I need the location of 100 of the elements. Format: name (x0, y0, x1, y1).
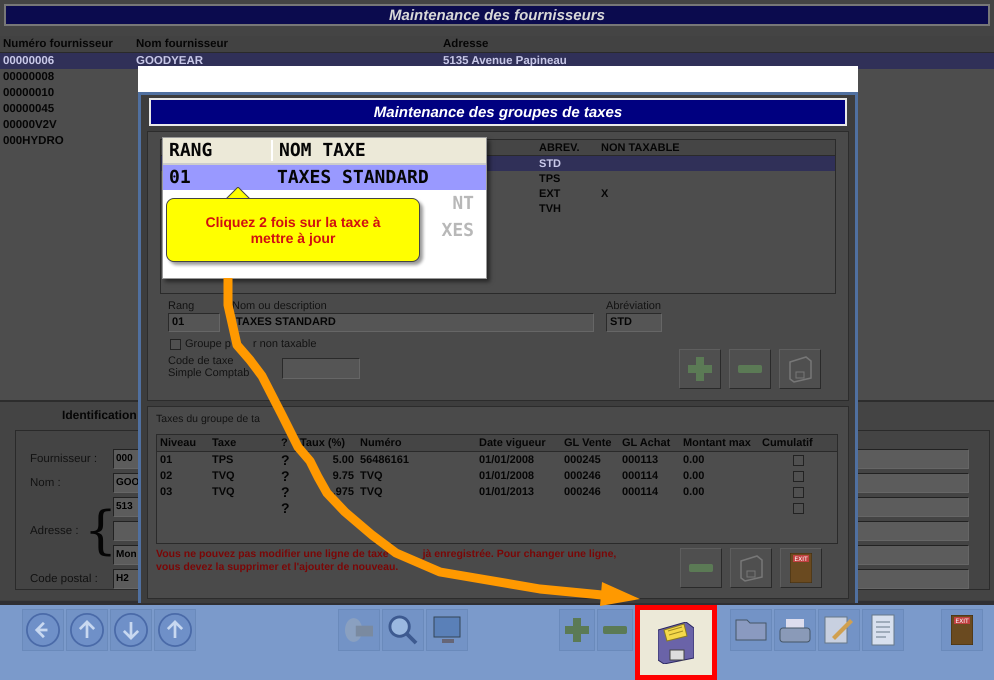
column-header: GL Vente (564, 437, 612, 449)
toolbar-button[interactable] (862, 609, 904, 651)
column-header: NOM TAXE (271, 140, 486, 161)
table-cell: 0.00 (683, 470, 704, 482)
table-cell: TVQ (212, 470, 235, 482)
document-icon (871, 614, 895, 646)
table-cell: 01/01/2013 (479, 486, 534, 498)
table-cell: ? (281, 484, 290, 500)
table-cell-text: EXT (538, 188, 562, 200)
toolbar-button[interactable] (382, 609, 424, 651)
table-cell: X (601, 188, 608, 200)
dialog-button[interactable] (779, 349, 821, 389)
input-field[interactable] (282, 358, 360, 379)
flashlight-icon (345, 618, 373, 642)
table-cell: TPS (212, 454, 234, 466)
minus-icon (603, 626, 627, 634)
table-cell: GOODYEAR (136, 55, 204, 67)
table-cell: ? (281, 452, 290, 468)
table-cell: XES (441, 220, 474, 241)
arrow-circle-icon (114, 613, 148, 647)
table-cell: 000114 (622, 486, 658, 498)
toolbar-button[interactable] (66, 609, 108, 651)
table-cell: TVQ (360, 470, 383, 482)
column-header: GL Achat (622, 437, 670, 449)
arrow-circle-icon (70, 613, 104, 647)
table-cell: 000246 (564, 486, 601, 498)
plus-icon (565, 618, 589, 642)
input-field[interactable]: TAXES STANDARD (232, 313, 594, 332)
arrow-circle-icon (26, 613, 60, 647)
table-cell: 5.00 (332, 454, 354, 466)
dialog-button[interactable] (679, 349, 721, 389)
minus-icon (689, 564, 713, 572)
table-cell: 000113 (622, 454, 658, 466)
table-cell: NT (452, 193, 474, 214)
warning-message: Vous ne pouvez pas modifier une ligne de taxe (156, 548, 389, 560)
toolbar-button[interactable] (154, 609, 196, 651)
column-header: Taux (%) (300, 437, 346, 449)
table-cell: 03 (160, 486, 172, 498)
toolbar-button[interactable] (774, 609, 816, 651)
folder-icon (735, 619, 767, 641)
field-label: Simple Comptab (168, 367, 250, 379)
table-cell: 5135 Avenue Papineau (443, 55, 567, 67)
table-cell: 0.00 (683, 454, 704, 466)
brace: { (84, 501, 118, 561)
plus-icon (688, 357, 712, 381)
identification-tab[interactable]: Identification (62, 408, 137, 422)
column-header: Date vigueur (479, 437, 546, 449)
dialog-title: Maintenance des groupes de taxes (149, 98, 847, 126)
input-field[interactable]: 01 (168, 313, 220, 332)
table-cell: 9.75 (332, 470, 354, 482)
column-header: Numéro fournisseur (2, 38, 114, 50)
dialog-button[interactable] (729, 349, 771, 389)
column-header: Taxe (212, 437, 236, 449)
column-header: NON TAXABLE (600, 142, 681, 154)
table-cell-text: 00000008 (2, 71, 56, 83)
warning-message: vous devez la supprimer et l'ajouter de nouveau. (156, 561, 398, 573)
table-cell: 02 (160, 470, 172, 482)
column-header: ? (281, 437, 288, 449)
toolbar-button[interactable] (22, 609, 64, 651)
input-field[interactable]: STD (606, 313, 662, 332)
column-header: Numéro (360, 437, 402, 449)
checkbox[interactable] (792, 486, 804, 498)
field-label: Code de taxe (168, 355, 234, 367)
table-cell: .975 (332, 486, 354, 498)
field-label: Nom ou description (232, 300, 327, 312)
table-cell: 000246 (564, 470, 601, 482)
table-cell: TVQ (360, 486, 383, 498)
table-cell: 01 (160, 454, 172, 466)
table-cell: TVQ (212, 486, 235, 498)
checkbox-label: Groupe p (185, 338, 231, 350)
table-cell: 01/01/2008 (479, 470, 534, 482)
magnifier-icon (388, 615, 418, 645)
column-header: Nom fournisseur (135, 38, 230, 50)
table-cell: 0.00 (683, 486, 704, 498)
arrow-circle-icon (158, 613, 192, 647)
checkbox-label: r non taxable (252, 338, 316, 350)
toolbar-button[interactable] (426, 609, 468, 651)
column-header: Montant max (683, 437, 751, 449)
tooltip-pointer-icon (226, 187, 250, 199)
pencil-paper-icon (824, 616, 854, 644)
printer-icon (779, 618, 811, 642)
tooltip: Cliquez 2 fois sur la taxe à mettre à jour (166, 198, 420, 262)
table-cell: 000114 (622, 470, 658, 482)
toolbar-button[interactable] (635, 605, 717, 680)
panel-title: Taxes du groupe de ta (156, 413, 260, 425)
table-cell-text: 00000V2V (2, 119, 58, 131)
checkbox[interactable] (170, 338, 181, 350)
checkbox[interactable] (792, 502, 804, 514)
field-label: Abréviation (606, 300, 662, 312)
column-header: Adresse (442, 38, 490, 50)
field-label: Rang (168, 300, 194, 312)
checkbox[interactable] (792, 454, 804, 466)
dialog-button[interactable] (680, 548, 722, 588)
warning-message: jà enregistrée. Pour changer une ligne, (422, 548, 616, 560)
table-cell-text: STD (538, 158, 562, 170)
checkbox[interactable] (792, 470, 804, 482)
dialog-button[interactable] (730, 548, 772, 588)
column-header: Niveau (160, 437, 196, 449)
toolbar-button[interactable] (110, 609, 152, 651)
table-cell-text: 00000006 (2, 55, 56, 67)
